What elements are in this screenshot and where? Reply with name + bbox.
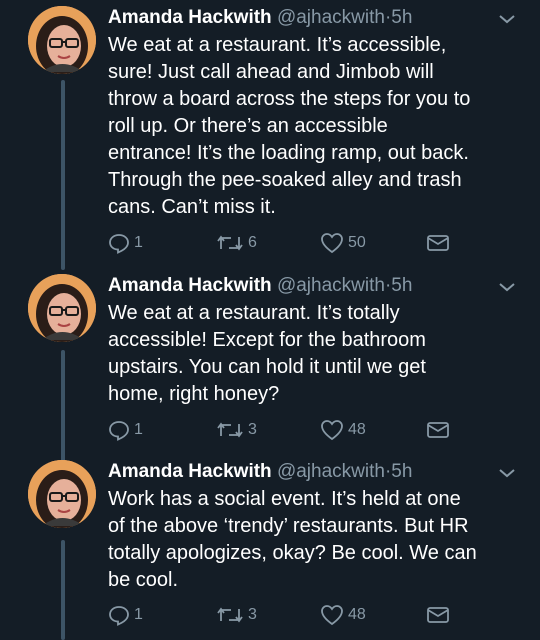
- author-handle[interactable]: @ajhackwith: [277, 7, 385, 28]
- retweet-icon: [217, 422, 243, 438]
- like-button[interactable]: 50: [320, 231, 366, 255]
- timestamp[interactable]: 5h: [391, 275, 412, 296]
- retweet-button[interactable]: 3: [216, 418, 257, 442]
- reply-icon: [109, 234, 129, 254]
- envelope-icon: [427, 607, 449, 623]
- author-name[interactable]: Amanda Hackwith: [108, 461, 272, 482]
- tweet-actions: 1 3 48: [108, 418, 468, 442]
- avatar[interactable]: [28, 274, 96, 342]
- avatar[interactable]: [28, 460, 96, 528]
- retweet-icon: [217, 607, 243, 623]
- direct-message-button[interactable]: [426, 603, 450, 627]
- envelope-icon: [427, 235, 449, 251]
- like-button[interactable]: 48: [320, 603, 366, 627]
- direct-message-button[interactable]: [426, 418, 450, 442]
- like-count: 48: [348, 606, 366, 623]
- reply-button[interactable]: 1: [108, 231, 143, 255]
- like-count: 50: [348, 234, 366, 251]
- reply-button[interactable]: 1: [108, 418, 143, 442]
- author-name[interactable]: Amanda Hackwith: [108, 275, 272, 296]
- chevron-down-icon[interactable]: [496, 12, 518, 26]
- tweet-header: Amanda Hackwith @ajhackwith·5h: [108, 274, 412, 298]
- tweet[interactable]: Amanda Hackwith @ajhackwith·5h We eat at…: [0, 6, 540, 266]
- author-handle[interactable]: @ajhackwith: [277, 461, 385, 482]
- tweet-text: We eat at a restaurant. It’s accessible,…: [108, 34, 471, 218]
- timestamp[interactable]: 5h: [391, 7, 412, 28]
- retweet-count: 6: [248, 234, 257, 251]
- like-button[interactable]: 48: [320, 418, 366, 442]
- tweet-header: Amanda Hackwith @ajhackwith·5h: [108, 460, 412, 484]
- direct-message-button[interactable]: [426, 231, 450, 255]
- tweet-text: We eat at a restaurant. It’s totally acc…: [108, 302, 426, 405]
- chevron-down-icon[interactable]: [496, 466, 518, 480]
- chevron-down-icon[interactable]: [496, 280, 518, 294]
- retweet-button[interactable]: 3: [216, 603, 257, 627]
- tweet-text: Work has a social event. It’s held at on…: [108, 488, 477, 591]
- author-handle[interactable]: @ajhackwith: [277, 275, 385, 296]
- timestamp[interactable]: 5h: [391, 461, 412, 482]
- tweet-header: Amanda Hackwith @ajhackwith·5h: [108, 6, 412, 30]
- heart-icon: [321, 605, 343, 626]
- tweet[interactable]: Amanda Hackwith @ajhackwith·5h We eat at…: [0, 274, 540, 454]
- retweet-icon: [217, 235, 243, 251]
- envelope-icon: [427, 422, 449, 438]
- reply-count: 1: [134, 421, 143, 438]
- tweet-actions: 1 3 48: [108, 603, 468, 627]
- heart-icon: [321, 420, 343, 441]
- retweet-button[interactable]: 6: [216, 231, 257, 255]
- reply-icon: [109, 606, 129, 626]
- reply-count: 1: [134, 606, 143, 623]
- retweet-count: 3: [248, 606, 257, 623]
- reply-count: 1: [134, 234, 143, 251]
- tweet[interactable]: Amanda Hackwith @ajhackwith·5h Work has …: [0, 460, 540, 640]
- tweet-actions: 1 6 50: [108, 231, 468, 255]
- heart-icon: [321, 233, 343, 254]
- avatar[interactable]: [28, 6, 96, 74]
- reply-button[interactable]: 1: [108, 603, 143, 627]
- reply-icon: [109, 421, 129, 441]
- retweet-count: 3: [248, 421, 257, 438]
- like-count: 48: [348, 421, 366, 438]
- author-name[interactable]: Amanda Hackwith: [108, 7, 272, 28]
